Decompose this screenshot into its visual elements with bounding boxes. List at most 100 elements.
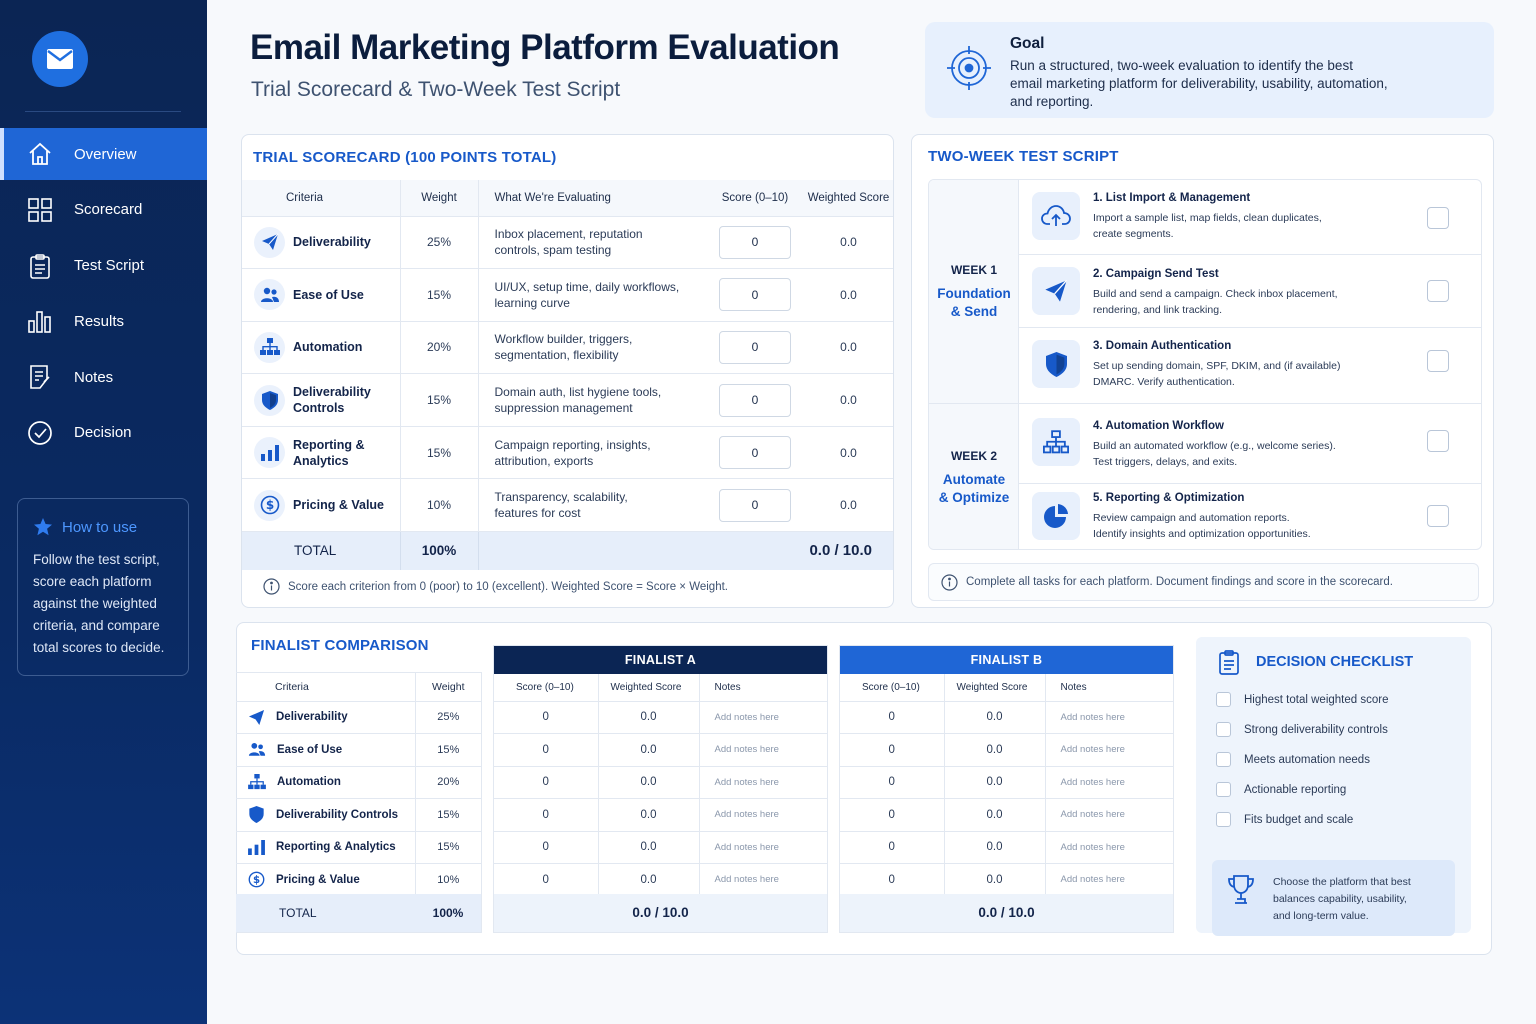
- checkbox[interactable]: [1216, 812, 1231, 827]
- score-cell[interactable]: 0: [840, 798, 945, 832]
- task-item: 3. Domain Authentication Set up sending …: [1019, 328, 1481, 404]
- score-cell[interactable]: 0: [494, 831, 599, 864]
- evaluation-line: features for cost: [494, 506, 581, 521]
- task-item: 1. List Import & Management Import a sam…: [1019, 180, 1481, 255]
- score-input[interactable]: 0: [719, 436, 791, 470]
- table-row: 0 0.0 Add notes here: [840, 733, 1173, 767]
- criterion-name: Pricing & Value: [276, 873, 360, 886]
- notes-input[interactable]: Add notes here: [1045, 733, 1173, 767]
- week-name: Automate & Optimize: [939, 471, 1010, 507]
- notes-input[interactable]: Add notes here: [1045, 798, 1173, 832]
- notes-input[interactable]: Add notes here: [1045, 831, 1173, 864]
- clipboard-icon: [1218, 649, 1240, 675]
- notes-input[interactable]: Add notes here: [699, 701, 827, 734]
- week-number: WEEK 1: [950, 262, 997, 277]
- task-title: 5. Reporting & Optimization: [1093, 492, 1245, 504]
- score-input[interactable]: 0: [719, 278, 791, 312]
- task-checkbox[interactable]: [1427, 505, 1449, 527]
- sidebar-nav: Overview Scorecard Test Script Results N…: [0, 128, 207, 463]
- weighted-score: 0.0: [598, 863, 700, 897]
- task-checkbox[interactable]: [1427, 350, 1449, 372]
- notes-input[interactable]: Add notes here: [1045, 863, 1173, 897]
- checkbox[interactable]: [1216, 752, 1231, 767]
- task-checkbox[interactable]: [1427, 430, 1449, 452]
- evaluation-line: attribution, exports: [494, 453, 594, 468]
- sidebar-item-overview[interactable]: Overview: [0, 128, 207, 180]
- criterion-name-line: Analytics: [293, 453, 349, 468]
- week-name-line: Foundation: [937, 285, 1011, 301]
- checklist-item[interactable]: Meets automation needs: [1216, 752, 1370, 767]
- finalist-b-panel: FINALIST B Score (0–10) Weighted Score N…: [839, 645, 1174, 933]
- mail-icon[interactable]: [32, 31, 88, 87]
- notes-input[interactable]: Add notes here: [699, 766, 827, 799]
- notes-input[interactable]: Add notes here: [699, 831, 827, 864]
- table-row: 0 0.0 Add notes here: [494, 701, 827, 734]
- col-criteria: Criteria: [242, 180, 400, 217]
- task-checkbox[interactable]: [1427, 280, 1449, 302]
- criterion-name: Automation: [277, 776, 341, 789]
- decision-footer-text: Choose the platform that best balances c…: [1273, 874, 1443, 925]
- table-header-row: Criteria Weight: [236, 673, 481, 702]
- week-name-line: & Optimize: [938, 489, 1010, 505]
- total-row: TOTAL 100% 0.0 / 10.0: [242, 531, 893, 570]
- task-checkbox[interactable]: [1427, 207, 1449, 229]
- footer-line: balances capability, usability,: [1273, 893, 1407, 905]
- checklist-item[interactable]: Actionable reporting: [1216, 782, 1346, 797]
- criterion-evaluation: Campaign reporting, insights, attribution…: [477, 426, 706, 480]
- score-cell[interactable]: 0: [494, 798, 599, 832]
- weighted-score: 0.0: [944, 831, 1046, 864]
- score-cell[interactable]: 0: [494, 701, 599, 734]
- goal-card: Goal Run a structured, two-week evaluati…: [925, 22, 1494, 118]
- score-input[interactable]: 0: [719, 488, 791, 522]
- score-input[interactable]: 0: [719, 383, 791, 417]
- table-row: Ease of Use 15%: [236, 733, 481, 767]
- page-title: Email Marketing Platform Evaluation: [250, 28, 840, 67]
- sidebar-item-decision[interactable]: Decision: [0, 407, 207, 459]
- checklist-item[interactable]: Highest total weighted score: [1216, 692, 1388, 707]
- criterion-evaluation: Domain auth, list hygiene tools, suppress…: [477, 373, 706, 427]
- notes-input[interactable]: Add notes here: [699, 863, 827, 897]
- score-cell[interactable]: 0: [494, 733, 599, 767]
- checklist-item[interactable]: Fits budget and scale: [1216, 812, 1353, 827]
- notes-input[interactable]: Add notes here: [1045, 701, 1173, 734]
- score-cell[interactable]: 0: [494, 863, 599, 897]
- check-circle-icon: [27, 420, 53, 446]
- test-script-note: Complete all tasks for each platform. Do…: [928, 563, 1479, 601]
- notes-input[interactable]: Add notes here: [1045, 766, 1173, 799]
- checklist-item[interactable]: Strong deliverability controls: [1216, 722, 1388, 737]
- finalist-a-table: Score (0–10) Weighted Score Notes 0 0.0 Ad…: [494, 674, 827, 897]
- weighted-score: 0.0: [804, 478, 893, 533]
- sidebar-item-test-script[interactable]: Test Script: [0, 240, 207, 292]
- notes-input[interactable]: Add notes here: [699, 733, 827, 767]
- evaluation-line: Domain auth, list hygiene tools,: [494, 385, 662, 400]
- decision-checklist: DECISION CHECKLIST Highest total weighte…: [1196, 637, 1471, 936]
- sidebar-item-scorecard[interactable]: Scorecard: [0, 184, 207, 236]
- col-weight: Weight: [414, 673, 481, 702]
- task-description: Review campaign and automation reports. I…: [1093, 510, 1393, 542]
- finalist-a-panel: FINALIST A Score (0–10) Weighted Score N…: [493, 645, 828, 933]
- score-cell[interactable]: 0: [840, 831, 945, 864]
- score-cell[interactable]: 0: [840, 766, 945, 799]
- task-description: Build an automated workflow (e.g., welco…: [1093, 438, 1393, 470]
- sidebar-item-results[interactable]: Results: [0, 295, 207, 347]
- sidebar-item-notes[interactable]: Notes: [0, 351, 207, 403]
- criterion-name: Ease of Use: [277, 743, 343, 756]
- checkbox[interactable]: [1216, 722, 1231, 737]
- score-cell[interactable]: 0: [840, 863, 945, 897]
- week2-label: WEEK 2 Automate & Optimize: [929, 404, 1019, 549]
- scorecard-note: Score each criterion from 0 (poor) to 10…: [263, 578, 728, 595]
- criterion-weight: 15%: [414, 831, 481, 864]
- checkbox[interactable]: [1216, 692, 1231, 707]
- score-input[interactable]: 0: [719, 225, 791, 259]
- task-desc-line: Build and send a campaign. Check inbox p…: [1093, 288, 1338, 300]
- score-cell[interactable]: 0: [840, 701, 945, 734]
- how-to-use-line: score each platform: [33, 574, 152, 589]
- checkbox[interactable]: [1216, 782, 1231, 797]
- notes-input[interactable]: Add notes here: [699, 798, 827, 832]
- score-cell[interactable]: 0: [494, 766, 599, 799]
- task-desc-line: Review campaign and automation reports.: [1093, 512, 1290, 524]
- col-weight: Weight: [399, 180, 478, 217]
- finalist-a-header: FINALIST A: [494, 646, 827, 674]
- score-input[interactable]: 0: [719, 330, 791, 364]
- score-cell[interactable]: 0: [840, 733, 945, 767]
